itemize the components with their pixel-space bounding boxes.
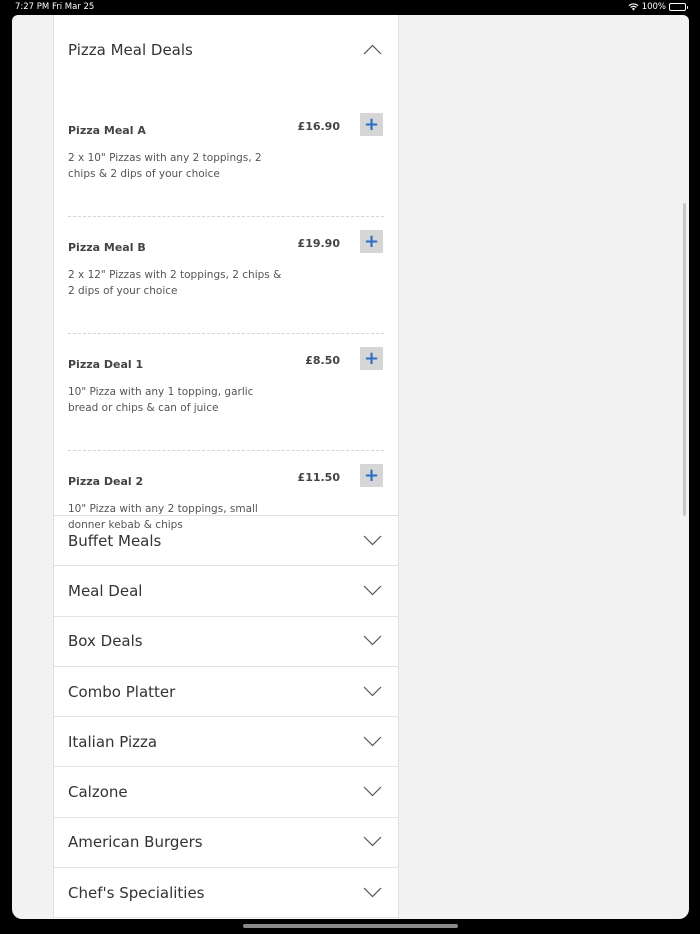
deal-name: Pizza Deal 2 (68, 475, 144, 488)
deal-price: £8.50 (305, 354, 340, 367)
battery-percent: 100% (641, 2, 666, 12)
category-calzone[interactable]: Calzone (54, 767, 398, 818)
deal-price: £16.90 (297, 120, 340, 133)
deal-description: 2 x 12" Pizzas with 2 toppings, 2 chips … (68, 269, 282, 297)
category-italian-pizza[interactable]: Italian Pizza (54, 717, 398, 768)
add-button[interactable]: + (360, 113, 383, 136)
chevron-down-icon (363, 585, 382, 596)
chevron-down-icon (363, 786, 382, 797)
deal-description: 10" Pizza with any 1 topping, garlic bre… (68, 386, 254, 414)
section-title: Pizza Meal Deals (68, 41, 193, 59)
category-title: Buffet Meals (68, 531, 162, 550)
app-screen: Pizza Meal Deals Pizza Meal A 2 x 10" Pi… (12, 15, 689, 919)
category-buffet-meals[interactable]: Buffet Meals (54, 516, 398, 567)
deal-name: Pizza Meal A (68, 124, 146, 137)
wifi-icon (628, 3, 639, 11)
category-american-burgers[interactable]: American Burgers (54, 818, 398, 869)
category-combo-platter[interactable]: Combo Platter (54, 667, 398, 718)
chevron-down-icon (363, 836, 382, 847)
category-chefs-specialities[interactable]: Chef's Specialities (54, 868, 398, 919)
section-header[interactable]: Pizza Meal Deals (54, 25, 398, 75)
menu-column: Pizza Meal Deals Pizza Meal A 2 x 10" Pi… (53, 15, 399, 919)
status-bar: 7:27 PM Fri Mar 25 100% (0, 0, 700, 15)
add-button[interactable]: + (360, 347, 383, 370)
section-pizza-meal-deals: Pizza Meal Deals Pizza Meal A 2 x 10" Pi… (54, 25, 398, 531)
deal-item: Pizza Meal B 2 x 12" Pizzas with 2 toppi… (68, 217, 384, 334)
deal-name: Pizza Meal B (68, 241, 146, 254)
add-button[interactable]: + (360, 464, 383, 487)
chevron-down-icon (363, 887, 382, 898)
category-title: Italian Pizza (68, 732, 158, 751)
chevron-up-icon[interactable] (363, 44, 382, 55)
category-title: Chef's Specialities (68, 883, 205, 902)
deal-name: Pizza Deal 1 (68, 358, 144, 371)
deal-price: £19.90 (297, 237, 340, 250)
chevron-down-icon (363, 535, 382, 545)
category-title: Combo Platter (68, 682, 176, 701)
chevron-down-icon (363, 736, 382, 747)
chevron-down-icon (363, 635, 382, 646)
deal-list: Pizza Meal A 2 x 10" Pizzas with any 2 t… (54, 100, 398, 568)
add-button[interactable]: + (360, 230, 383, 253)
category-box-deals[interactable]: Box Deals (54, 617, 398, 667)
category-meal-deal[interactable]: Meal Deal (54, 566, 398, 617)
category-title: Meal Deal (68, 581, 143, 600)
deal-item: Pizza Meal A 2 x 10" Pizzas with any 2 t… (68, 100, 384, 217)
status-time: 7:27 PM Fri Mar 25 (15, 2, 95, 12)
home-indicator[interactable] (243, 924, 458, 928)
status-indicators: 100% (628, 2, 688, 12)
battery-icon (669, 3, 688, 11)
category-title: Box Deals (68, 632, 143, 651)
category-title: American Burgers (68, 833, 203, 852)
chevron-down-icon (363, 686, 382, 696)
deal-item: Pizza Deal 1 10" Pizza with any 1 toppin… (68, 334, 384, 451)
scrollbar[interactable] (683, 203, 686, 516)
deal-price: £11.50 (297, 471, 340, 484)
deal-description: 2 x 10" Pizzas with any 2 toppings, 2 ch… (68, 152, 262, 180)
category-title: Calzone (68, 783, 128, 802)
